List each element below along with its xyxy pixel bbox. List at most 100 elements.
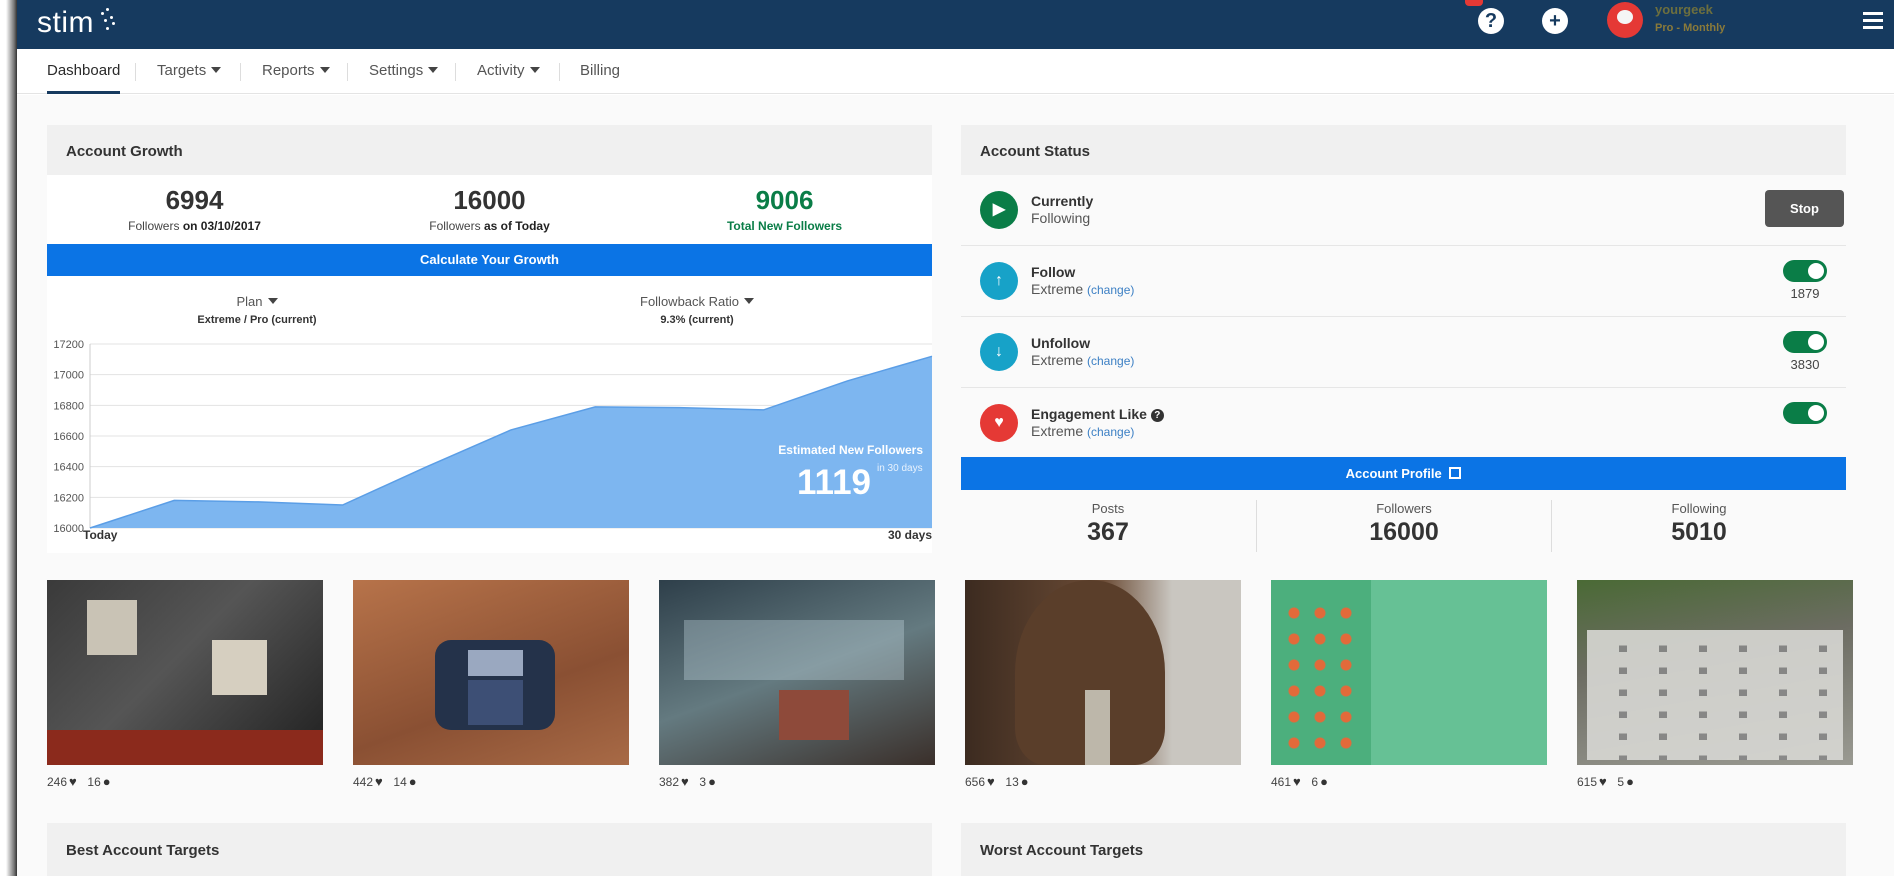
- y-tick-label: 16800: [53, 400, 84, 412]
- post-stats: 656 ♥ 13 ●: [965, 774, 1029, 789]
- growth-chart: 17200 17000 16800 16600 16400 16200 16000 Toda…: [53, 339, 932, 542]
- status-row-unfollow: ↓ Unfollow Extreme (change) 3830: [961, 317, 1846, 388]
- avatar[interactable]: [1607, 2, 1643, 38]
- status-title: Currently: [1031, 193, 1094, 209]
- add-icon[interactable]: +: [1542, 8, 1568, 34]
- comment-icon: ●: [1020, 774, 1029, 789]
- y-tick-label: 16600: [53, 431, 84, 443]
- status-row-follow: ↑ Follow Extreme (change) 1879: [961, 246, 1846, 317]
- comment-icon: ●: [708, 774, 716, 789]
- user-plan: Pro - Monthly: [1655, 22, 1726, 34]
- post-thumbnail[interactable]: [1271, 580, 1547, 765]
- post-thumbnail[interactable]: [965, 580, 1241, 765]
- heart-icon: ♥: [69, 774, 77, 789]
- nav-reports[interactable]: Reports: [262, 49, 330, 94]
- start-followers-label: Followers on 03/10/2017: [128, 219, 261, 233]
- status-sub: Extreme (change): [1031, 352, 1135, 368]
- username[interactable]: yourgeek: [1655, 2, 1713, 17]
- window-shadow: [0, 0, 17, 876]
- nav-divider: [240, 63, 241, 81]
- estimate-value: 1119: [797, 463, 871, 502]
- estimate-suffix: in 30 days: [877, 463, 923, 474]
- status-title: Engagement Like ?: [1031, 406, 1164, 422]
- unfollow-toggle[interactable]: [1783, 331, 1827, 353]
- nav-dashboard[interactable]: Dashboard: [47, 49, 121, 94]
- change-link[interactable]: (change): [1087, 425, 1134, 439]
- nav-targets[interactable]: Targets: [157, 49, 222, 94]
- followback-ratio-dropdown[interactable]: Followback Ratio: [487, 294, 907, 309]
- nav-divider: [347, 63, 348, 81]
- app-logo[interactable]: stim: [37, 6, 94, 40]
- logo-dots-icon: [101, 8, 117, 32]
- post-thumbnail[interactable]: [353, 580, 629, 765]
- info-icon[interactable]: ?: [1150, 409, 1164, 422]
- caret-down-icon: [319, 67, 330, 73]
- account-status-header: Account Status: [961, 125, 1846, 175]
- external-link-icon: [1449, 467, 1462, 479]
- hamburger-menu-icon[interactable]: [1863, 12, 1883, 29]
- post-thumbnail[interactable]: [659, 580, 935, 765]
- arrow-down-icon: ↓: [980, 333, 1018, 371]
- post-stats: 246 ♥ 16 ●: [47, 774, 111, 789]
- estimate-label: Estimated New Followers: [778, 443, 923, 457]
- caret-down-icon: [529, 67, 540, 73]
- heart-icon: ♥: [987, 774, 995, 789]
- stop-button[interactable]: Stop: [1765, 190, 1844, 227]
- post-thumbnail[interactable]: [47, 580, 323, 765]
- help-icon[interactable]: ?: [1478, 8, 1504, 34]
- y-tick-label: 17200: [53, 339, 84, 351]
- comment-icon: ●: [1320, 774, 1328, 789]
- status-row-currently: ▶ Currently Following: [961, 175, 1846, 246]
- profile-posts: Posts 367: [1087, 501, 1129, 546]
- heart-icon: ♥: [1599, 774, 1607, 789]
- heart-icon: ♥: [681, 774, 689, 789]
- follow-toggle[interactable]: [1783, 260, 1827, 282]
- nav-divider: [559, 63, 560, 81]
- current-followers-label: Followers as of Today: [429, 219, 550, 233]
- post-thumbnail[interactable]: [1577, 580, 1853, 765]
- change-link[interactable]: (change): [1087, 354, 1134, 368]
- post-stats: 442 ♥ 14 ●: [353, 774, 417, 789]
- status-title: Follow: [1031, 264, 1076, 280]
- play-icon: ▶: [980, 191, 1018, 229]
- total-new-followers-value: 9006: [755, 185, 814, 215]
- y-tick-label: 16000: [53, 523, 84, 535]
- worst-targets-header: Worst Account Targets: [961, 823, 1846, 876]
- post-stats: 615 ♥ 5 ●: [1577, 774, 1634, 789]
- chart-y-axis: 17200 17000 16800 16600 16400 16200 16000: [53, 339, 84, 535]
- caret-down-icon: [267, 298, 278, 304]
- main-nav: Dashboard Targets Reports Settings Activ…: [17, 49, 1894, 94]
- unfollow-count: 3830: [1790, 357, 1820, 372]
- caret-down-icon: [211, 67, 222, 73]
- best-targets-header: Best Account Targets: [47, 823, 932, 876]
- y-tick-label: 16400: [53, 462, 84, 474]
- heart-icon: ♥: [375, 774, 383, 789]
- account-growth-header: Account Growth: [47, 125, 932, 175]
- profile-following: Following 5010: [1671, 501, 1727, 546]
- nav-settings[interactable]: Settings: [369, 49, 439, 94]
- change-link[interactable]: (change): [1087, 283, 1134, 297]
- plan-dropdown[interactable]: Plan: [47, 294, 467, 309]
- nav-activity[interactable]: Activity: [477, 49, 540, 94]
- y-tick-label: 16200: [53, 492, 84, 504]
- status-sub: Following: [1031, 210, 1091, 226]
- arrow-up-icon: ↑: [980, 262, 1018, 300]
- notification-badge: [1465, 0, 1483, 6]
- x-axis-start-label: Today: [83, 528, 118, 542]
- status-sub: Extreme (change): [1031, 281, 1135, 297]
- current-followers-value: 16000: [453, 185, 526, 215]
- nav-billing[interactable]: Billing: [580, 49, 620, 94]
- account-profile-button[interactable]: Account Profile: [961, 457, 1846, 490]
- follow-count: 1879: [1790, 286, 1820, 301]
- comment-icon: ●: [1626, 774, 1634, 789]
- status-row-engagement: ♥ Engagement Like ? Extreme (change): [961, 388, 1846, 457]
- calculate-growth-button[interactable]: Calculate Your Growth: [47, 244, 932, 276]
- y-tick-label: 17000: [53, 370, 84, 382]
- start-followers-value: 6994: [165, 185, 224, 215]
- x-axis-end-label: 30 days: [888, 528, 932, 542]
- total-new-followers-label: Total New Followers: [726, 219, 843, 233]
- post-stats: 461 ♥ 6 ●: [1271, 774, 1328, 789]
- app-window: stim ? + yourgeek Pro - Monthly Dashboar…: [17, 0, 1894, 876]
- engagement-toggle[interactable]: [1783, 402, 1827, 424]
- heart-icon: ♥: [980, 404, 1018, 442]
